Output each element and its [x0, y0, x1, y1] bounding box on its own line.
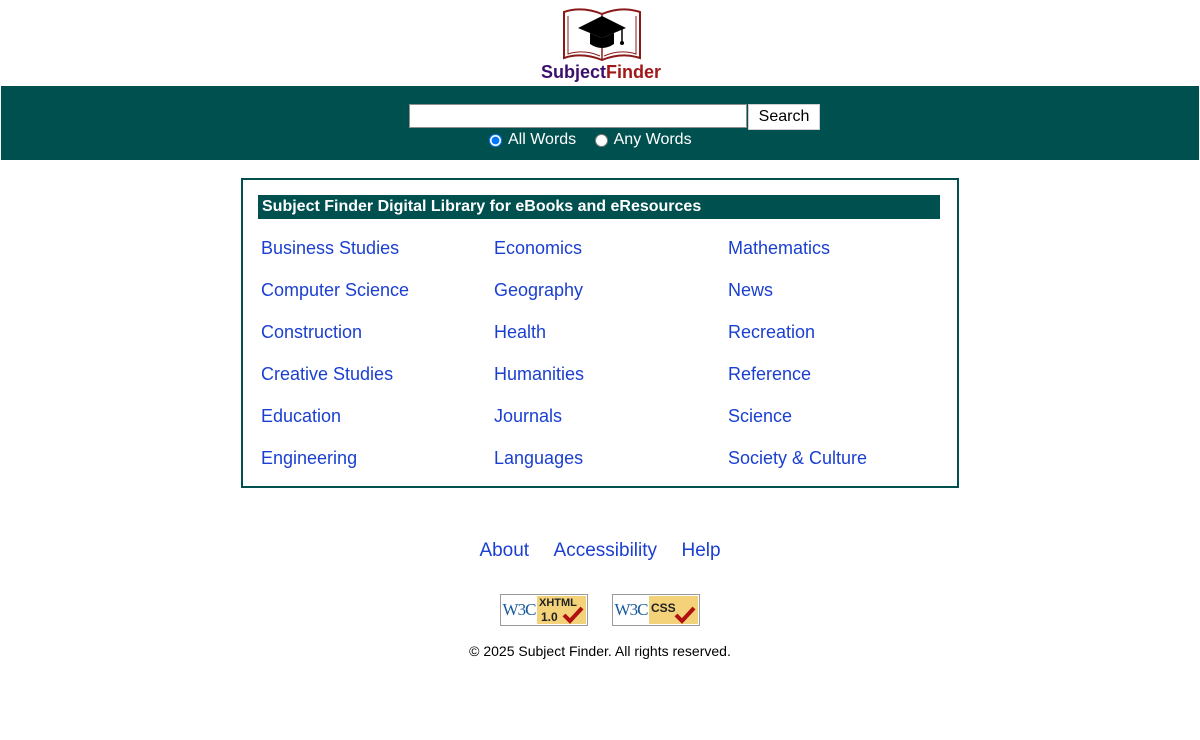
logo-text-finder: Finder: [606, 62, 662, 82]
search-input[interactable]: [409, 104, 747, 128]
subject-link-computer-science[interactable]: Computer Science: [261, 280, 409, 301]
footer-link-accessibility[interactable]: Accessibility: [554, 540, 657, 561]
all-words-radio[interactable]: [489, 133, 502, 147]
all-words-option[interactable]: All Words: [487, 131, 576, 149]
subject-link-creative-studies[interactable]: Creative Studies: [261, 364, 393, 385]
panel-title: Subject Finder Digital Library for eBook…: [258, 195, 940, 219]
subject-link-recreation[interactable]: Recreation: [728, 322, 815, 343]
subjects-panel: Subject Finder Digital Library for eBook…: [241, 178, 959, 488]
header: SubjectFinder: [0, 0, 1200, 86]
subject-link-science[interactable]: Science: [728, 406, 792, 427]
checkmark-icon: [562, 606, 584, 624]
logo-text: SubjectFinder: [536, 62, 666, 83]
subject-link-society-culture[interactable]: Society & Culture: [728, 448, 867, 469]
checkmark-icon: [674, 606, 696, 624]
subject-link-health[interactable]: Health: [494, 322, 546, 343]
subject-link-economics[interactable]: Economics: [494, 238, 582, 259]
subject-link-reference[interactable]: Reference: [728, 364, 811, 385]
badge-label: CSS: [651, 601, 676, 615]
footer-link-help[interactable]: Help: [681, 540, 720, 561]
any-words-radio[interactable]: [594, 133, 608, 147]
footer-nav: About Accessibility Help: [0, 540, 1200, 562]
subject-link-humanities[interactable]: Humanities: [494, 364, 584, 385]
w3c-logo: W3C: [614, 596, 648, 624]
copyright-text: © 2025 Subject Finder. All rights reserv…: [469, 643, 731, 659]
any-words-label: Any Words: [613, 131, 692, 148]
any-words-option[interactable]: Any Words: [593, 131, 692, 149]
footer-link-about[interactable]: About: [479, 540, 529, 561]
subject-link-languages[interactable]: Languages: [494, 448, 583, 469]
w3c-css-badge[interactable]: W3C CSS: [612, 594, 700, 626]
site-logo[interactable]: SubjectFinder: [536, 6, 666, 82]
subject-link-news[interactable]: News: [728, 280, 773, 301]
badge-version: 1.0: [541, 610, 558, 624]
book-graduation-cap-icon: [563, 8, 641, 62]
subject-link-business-studies[interactable]: Business Studies: [261, 238, 399, 259]
search-button[interactable]: Search: [748, 104, 820, 130]
subject-link-education[interactable]: Education: [261, 406, 341, 427]
search-mode-options: All Words Any Words: [487, 131, 704, 151]
all-words-label: All Words: [508, 131, 577, 148]
search-bar: Search All Words Any Words: [1, 86, 1199, 160]
w3c-xhtml-badge[interactable]: W3C XHTML 1.0: [500, 594, 588, 626]
subject-link-engineering[interactable]: Engineering: [261, 448, 357, 469]
subject-link-construction[interactable]: Construction: [261, 322, 362, 343]
w3c-logo: W3C: [502, 596, 536, 624]
logo-text-subject: Subject: [540, 62, 606, 82]
subject-link-journals[interactable]: Journals: [494, 406, 562, 427]
subject-link-geography[interactable]: Geography: [494, 280, 583, 301]
subject-link-mathematics[interactable]: Mathematics: [728, 238, 830, 259]
